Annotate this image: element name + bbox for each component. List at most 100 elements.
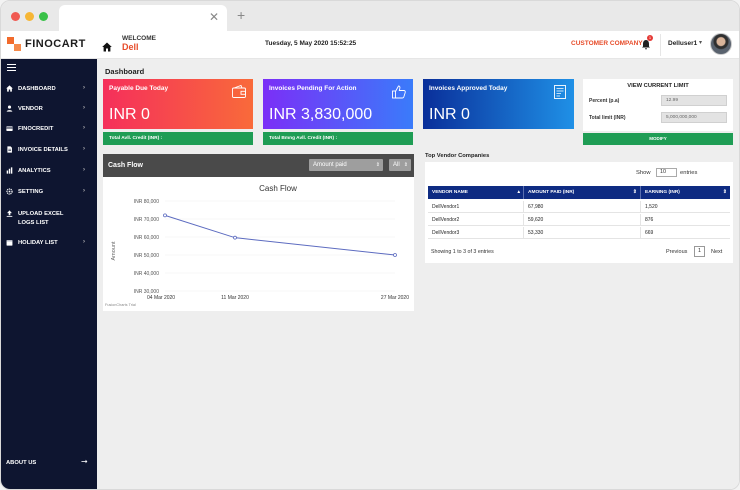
logo[interactable]: FINOCART (7, 37, 86, 51)
sort-icon: ⇕ (632, 189, 637, 195)
brand-name: FINOCART (25, 38, 86, 50)
invoices-pending-card[interactable]: Invoices Pending For Action INR 3,830,00… (263, 79, 413, 129)
chevron-right-icon: › (83, 239, 85, 245)
total-available-credit: Total Avll. Credit (INR) : (103, 132, 253, 145)
minimize-window-button[interactable] (25, 12, 34, 21)
sidebar-item-label: HOLIDAY LIST (18, 240, 58, 246)
sort-icon: ⇕ (722, 189, 727, 195)
close-tab-icon[interactable]: ✕ (209, 10, 219, 24)
select-arrows-icon: ⇕ (375, 162, 380, 168)
sidebar-item-invoice-details[interactable]: INVOICE DETAILS › (1, 146, 97, 166)
period-select[interactable]: All ⇕ (389, 159, 411, 171)
data-point[interactable] (393, 253, 397, 257)
earning-cell: 669 (645, 230, 654, 236)
cash-flow-title: Cash Flow (108, 162, 144, 169)
card-value: INR 3,830,000 (269, 106, 373, 123)
column-earning[interactable]: EARNING (INR) ⇕ (641, 186, 730, 199)
gear-icon (6, 188, 13, 195)
invoices-approved-card[interactable]: Invoices Approved Today INR 0 (423, 79, 574, 129)
y-axis-label: Amount (111, 241, 117, 260)
column-vendor-name[interactable]: VENDOR NAME ▴ (428, 186, 524, 199)
column-label: VENDOR NAME (432, 190, 468, 195)
welcome-label: WELCOME (122, 35, 156, 42)
table-row[interactable]: DellVendor3 53,330 669 (428, 227, 730, 239)
page-size-select[interactable]: 10 (656, 168, 677, 177)
column-amount-paid[interactable]: AMOUNT PAID (INR) ⇕ (524, 186, 641, 199)
y-tick-label: INR 50,000 (134, 253, 160, 259)
show-label: Show (636, 170, 651, 176)
page-number-button[interactable]: 1 (694, 246, 705, 257)
close-window-button[interactable] (11, 12, 20, 21)
browser-tab[interactable]: ✕ (59, 5, 227, 31)
percent-field[interactable]: 12.99 (661, 95, 727, 106)
logo-mark-icon (7, 37, 21, 51)
avatar[interactable] (710, 33, 732, 55)
previous-page-button[interactable]: Previous (666, 249, 687, 255)
sidebar-item-label: INVOICE DETAILS (18, 147, 68, 153)
table-row[interactable]: DellVendor1 67,980 1,520 (428, 201, 730, 213)
data-point[interactable] (163, 213, 167, 218)
sidebar-item-setting[interactable]: SETTING › (1, 188, 97, 208)
table-info: Showing 1 to 3 of 3 entries (431, 249, 494, 255)
document-icon (7, 146, 12, 153)
period-value: All (393, 162, 400, 168)
x-tick-label: 04 Mar 2020 (147, 295, 175, 301)
card-title: Invoices Pending For Action (269, 85, 357, 92)
vendor-name-cell: DellVendor3 (428, 227, 524, 239)
username[interactable]: Delluser1 (668, 40, 697, 47)
sidebar-item-vendor[interactable]: VENDOR › (1, 105, 97, 125)
sidebar-item-label: DASHBOARD (18, 86, 56, 92)
card-value: INR 0 (429, 106, 470, 123)
browser-tab-bar: ✕ + (1, 1, 739, 31)
chevron-right-icon: › (83, 85, 85, 91)
sidebar-item-dashboard[interactable]: DASHBOARD › (1, 85, 97, 105)
amount-type-select[interactable]: Amount paid ⇕ (309, 159, 383, 171)
cash-flow-chart: Cash Flow Amount INR 80,000 INR 70,000 INR… (105, 184, 409, 307)
sidebar-item-finocredit[interactable]: FINOCREDIT › (1, 125, 97, 145)
sidebar-item-holiday-list[interactable]: HOLIDAY LIST › (1, 239, 97, 259)
browser-window: ✕ + FINOCART WELCOME Dell Tuesday, 5 May… (0, 0, 740, 490)
next-page-button[interactable]: Next (711, 249, 722, 255)
chevron-right-icon: › (83, 167, 85, 173)
home-icon (6, 85, 13, 92)
thumbs-up-icon (392, 85, 406, 99)
sidebar: DASHBOARD › VENDOR › FINOCREDIT › INVOIC… (1, 59, 97, 489)
card-title: Invoices Approved Today (429, 85, 508, 92)
chevron-down-icon[interactable]: ▾ (699, 39, 702, 46)
hamburger-menu-icon[interactable] (7, 64, 16, 71)
x-tick-label: 11 Mar 2020 (221, 295, 249, 301)
sort-icon: ▴ (517, 189, 520, 195)
amount-paid-cell: 53,330 (524, 227, 641, 239)
header-divider (660, 34, 661, 56)
new-tab-icon[interactable]: + (237, 7, 245, 23)
upload-icon (6, 210, 13, 217)
maximize-window-button[interactable] (39, 12, 48, 21)
welcome-user: Dell (122, 42, 139, 52)
sidebar-item-label: SETTING (18, 189, 44, 195)
sidebar-item-analytics[interactable]: ANALYTICS › (1, 167, 97, 187)
total-limit-field[interactable]: 5,000,000,000 (661, 112, 727, 123)
cash-flow-panel: Cash Flow Amount paid ⇕ All ⇕ Cash Flow … (103, 154, 414, 311)
home-icon[interactable] (102, 42, 112, 52)
sidebar-item-upload-excel-logs-list[interactable]: UPLOAD EXCEL LOGS LIST (1, 210, 97, 234)
chevron-right-icon: › (83, 105, 85, 111)
current-limit-panel: VIEW CURRENT LIMIT Percent (p.a) 12.99 T… (583, 79, 733, 131)
chevron-right-icon: › (83, 188, 85, 194)
chart-title: Cash Flow (259, 184, 297, 193)
limit-title: VIEW CURRENT LIMIT (627, 83, 689, 89)
column-label: AMOUNT PAID (INR) (528, 190, 575, 195)
current-datetime: Tuesday, 5 May 2020 15:52:25 (265, 40, 357, 47)
company-name[interactable]: CUSTOMER COMPANY (571, 40, 643, 47)
about-us-link[interactable]: ABOUT US (6, 460, 36, 466)
earning-cell: 876 (645, 217, 654, 223)
notification-badge: 1 (647, 35, 653, 41)
table-row[interactable]: DellVendor2 59,620 876 (428, 214, 730, 226)
data-point[interactable] (233, 235, 237, 240)
top-vendors-title: Top Vendor Companies (425, 153, 490, 159)
payable-due-card[interactable]: Payable Due Today INR 0 (103, 79, 253, 129)
arrow-right-icon[interactable]: ➞ (81, 457, 88, 466)
sidebar-item-label: ANALYTICS (18, 168, 51, 174)
entries-label: entries (680, 170, 698, 176)
modify-button[interactable]: MODIFY (583, 133, 733, 145)
card-title: Payable Due Today (109, 85, 169, 92)
